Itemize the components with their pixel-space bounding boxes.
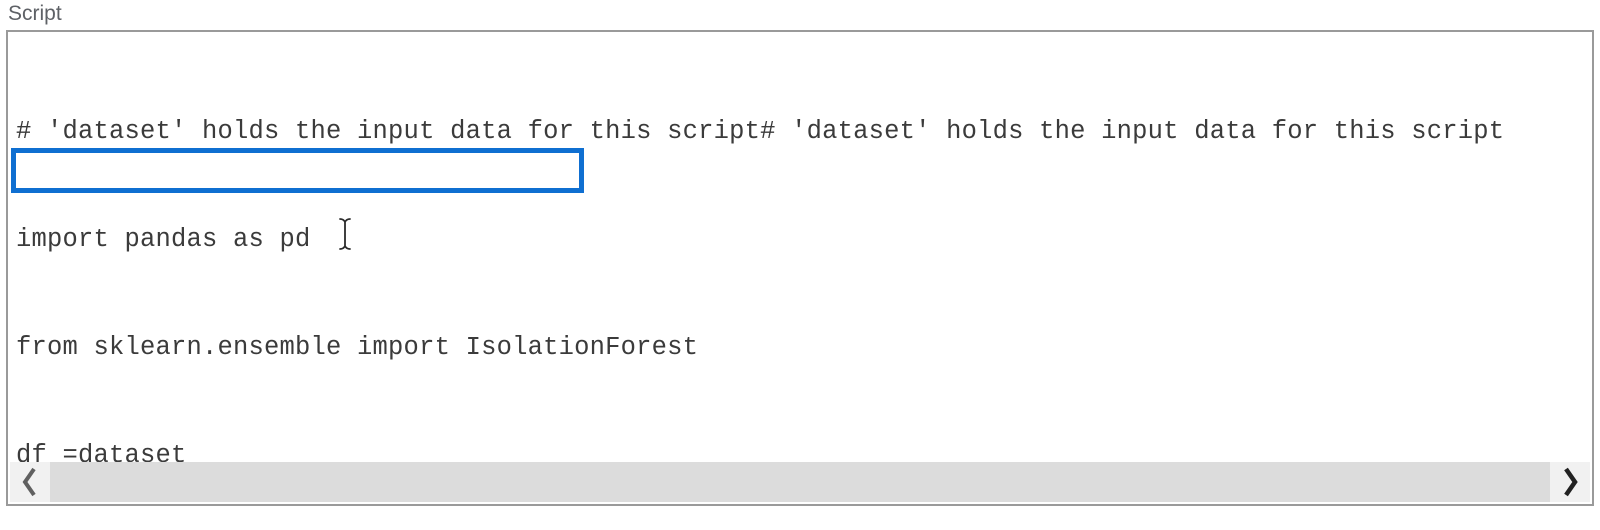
chevron-right-icon (1561, 467, 1579, 497)
scroll-right-button[interactable] (1550, 462, 1590, 502)
horizontal-scrollbar[interactable] (10, 462, 1590, 502)
scroll-track[interactable] (50, 462, 1550, 502)
code-line[interactable]: # 'dataset' holds the input data for thi… (16, 114, 1584, 150)
script-label: Script (6, 2, 1594, 26)
code-area[interactable]: # 'dataset' holds the input data for thi… (8, 32, 1592, 462)
code-line[interactable]: df =dataset (16, 438, 1584, 462)
selection-highlight (11, 148, 584, 193)
script-editor[interactable]: # 'dataset' holds the input data for thi… (6, 30, 1594, 506)
scroll-left-button[interactable] (10, 462, 50, 502)
code-line[interactable]: import pandas as pd (16, 222, 1584, 258)
code-line[interactable]: from sklearn.ensemble import IsolationFo… (16, 330, 1584, 366)
chevron-left-icon (21, 467, 39, 497)
